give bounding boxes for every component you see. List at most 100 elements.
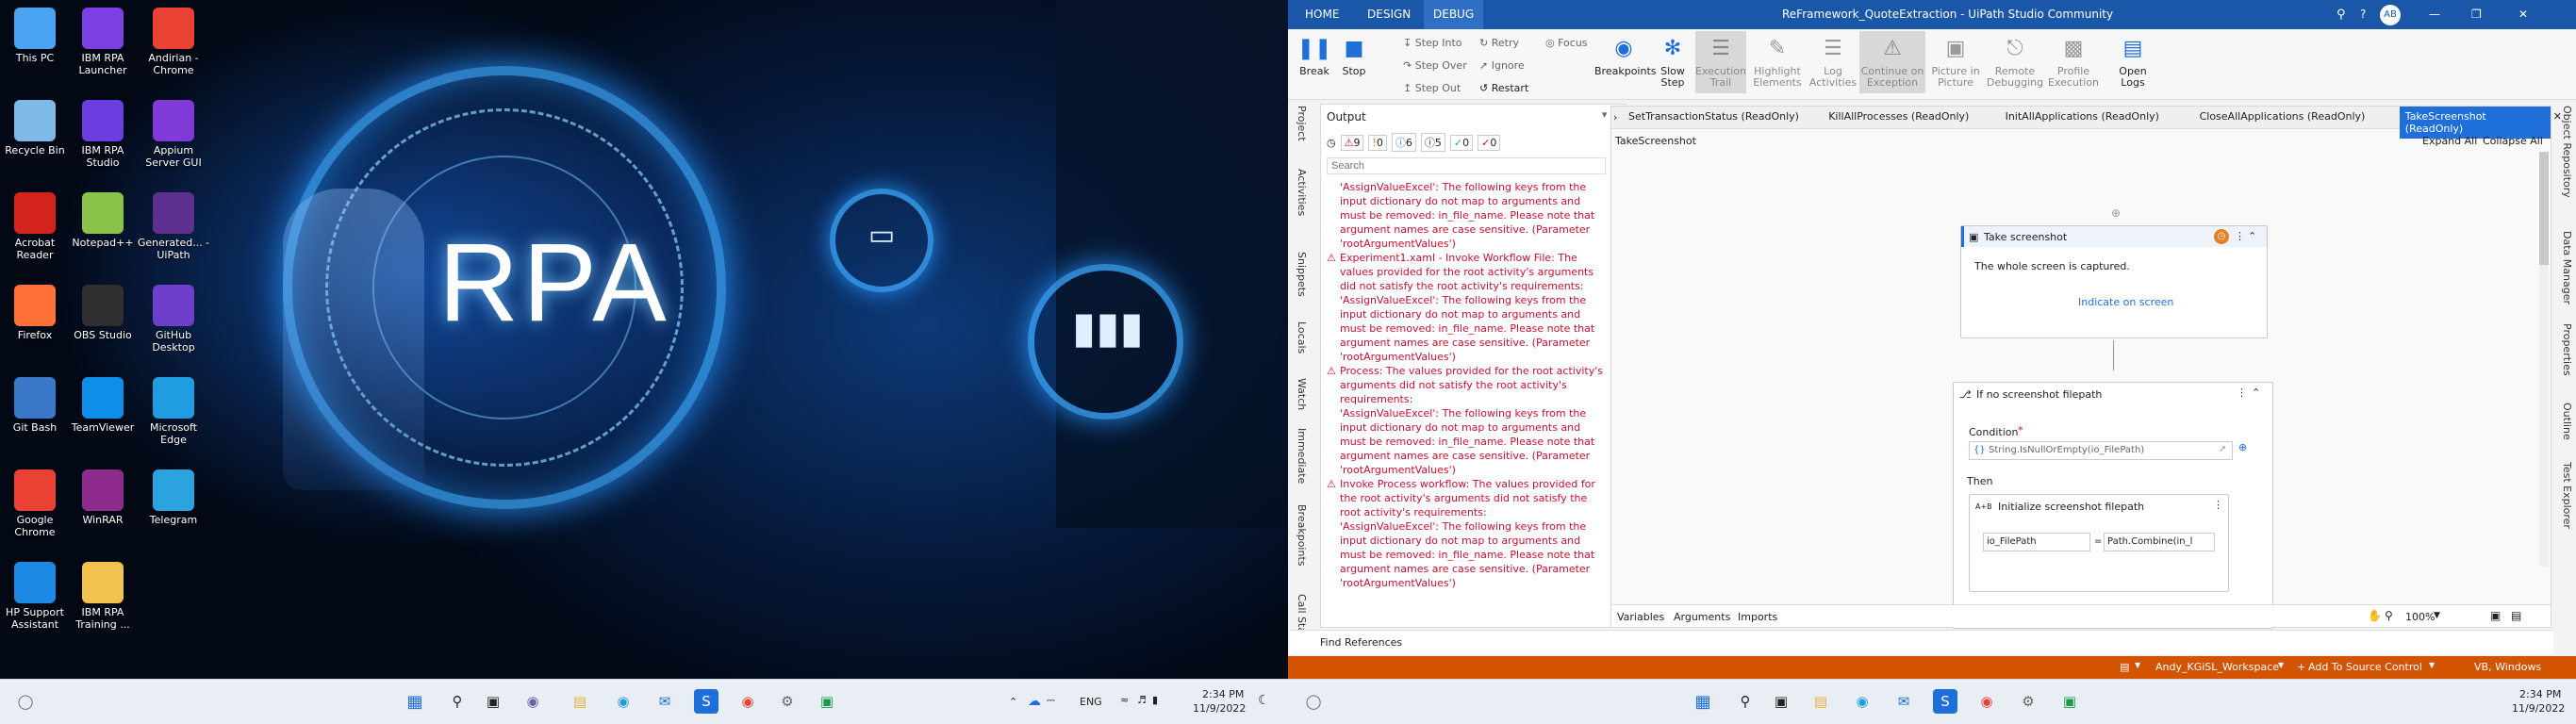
doc-tab[interactable]: CloseAllApplications (ReadOnly) xyxy=(2200,110,2366,123)
side-tab-breakpoints[interactable]: Breakpoints xyxy=(1296,504,1308,567)
wifi-icon[interactable]: ≈ xyxy=(1120,694,1129,706)
desktop-icon[interactable]: Andirian - Chrome xyxy=(137,8,210,76)
restart-button[interactable]: ↺ Restart xyxy=(1479,82,1528,94)
chrome-icon[interactable]: ◉ xyxy=(1974,689,1999,714)
clock-icon[interactable]: ◷ xyxy=(1327,137,1336,149)
output-search-input[interactable] xyxy=(1327,157,1606,174)
desktop-icon[interactable]: Microsoft Edge xyxy=(137,377,210,446)
uipath-icon[interactable]: S xyxy=(1933,689,1957,714)
desktop-icon[interactable]: Notepad++ xyxy=(66,192,140,249)
desktop-icon[interactable]: HP Support Assistant xyxy=(0,562,72,631)
search-icon[interactable]: ◯ xyxy=(1301,689,1326,714)
info-filter-button[interactable]: ⓘ6 xyxy=(1391,133,1416,152)
fatal-filter-button[interactable]: ✓0 xyxy=(1478,134,1501,151)
assign-activity[interactable]: A+B Initialize screenshot filepath ⋮ io_… xyxy=(1969,494,2229,592)
indicate-on-screen-link[interactable]: Indicate on screen xyxy=(2078,296,2173,308)
continue-on-exception-button[interactable]: ⚠ Continue on Exception xyxy=(1859,31,1925,93)
desktop-icon[interactable]: GitHub Desktop xyxy=(137,285,210,354)
output-line[interactable]: ⚠ Experiment1.xaml - Invoke Workflow File… xyxy=(1327,251,1606,293)
side-tab-immediate[interactable]: Immediate xyxy=(1296,428,1308,484)
desktop-icon[interactable]: This PC xyxy=(0,8,72,64)
fit-screen-icon[interactable]: ▣ xyxy=(2490,609,2501,622)
desktop-icon[interactable]: Telegram xyxy=(137,469,210,526)
breadcrumb[interactable]: TakeScreenshot xyxy=(1615,135,1696,147)
search-icon[interactable]: ⚲ xyxy=(2337,8,2346,22)
output-line[interactable]: ⚠ Process: The values provided for the ro… xyxy=(1327,364,1606,406)
search-icon[interactable]: ⚲ xyxy=(1733,689,1758,714)
uipath-icon[interactable]: S xyxy=(694,689,718,714)
output-line[interactable]: 'AssignValueExcel': The following keys f… xyxy=(1327,406,1606,477)
designer-scrollbar-thumb[interactable] xyxy=(2539,152,2549,265)
assign-value-field[interactable]: Path.Combine(in_l xyxy=(2104,533,2215,551)
remote-debugging-button[interactable]: ⎋ Remote Debugging xyxy=(1986,35,2044,89)
side-tab-snippets[interactable]: Snippets xyxy=(1296,252,1308,297)
arguments-tab[interactable]: Arguments xyxy=(1674,611,1730,623)
if-activity[interactable]: ⎇ If no screenshot filepath ⋮ ⌃ Conditio… xyxy=(1953,382,2273,629)
collapse-icon[interactable]: ⌃ xyxy=(2248,230,2256,242)
terminal-icon[interactable]: ▣ xyxy=(815,689,839,714)
side-tab-project[interactable]: Project xyxy=(1296,106,1308,141)
collapse-all-link[interactable]: Collapse All xyxy=(2483,135,2543,147)
desktop-icon[interactable]: IBM RPA Launcher xyxy=(66,8,140,76)
side-tab-data-manager[interactable]: Data Manager xyxy=(2561,231,2573,304)
workspace-selector[interactable]: Andy_KGiSL_Workspace xyxy=(2155,661,2279,673)
doc-tab[interactable]: InitAllApplications (ReadOnly) xyxy=(2006,110,2159,123)
assign-to-field[interactable]: io_FilePath xyxy=(1983,533,2090,551)
breakpoints-button[interactable]: ◉ Breakpoints xyxy=(1594,35,1657,77)
step-out-button[interactable]: ↥ Step Out xyxy=(1403,82,1461,94)
file-explorer-icon[interactable]: ▤ xyxy=(568,689,592,714)
file-explorer-icon[interactable]: ▤ xyxy=(1808,689,1833,714)
clock-time[interactable]: 2:34 PM xyxy=(2519,688,2561,700)
add-icon[interactable]: ⊕ xyxy=(2238,441,2247,453)
doc-tab[interactable]: TakeScreenshot (ReadOnly) xyxy=(2399,107,2551,139)
more-icon[interactable]: ⋮ xyxy=(2235,230,2245,242)
avatar[interactable]: AB xyxy=(2380,5,2401,25)
search-icon[interactable]: ⚲ xyxy=(445,689,470,714)
overview-icon[interactable]: ▤ xyxy=(2511,609,2521,622)
designer-scrollbar[interactable] xyxy=(2539,152,2549,567)
stop-button[interactable]: ■ Stop xyxy=(1335,35,1373,77)
usb-icon[interactable]: ⎓ xyxy=(1047,694,1055,707)
desktop-icon[interactable]: WinRAR xyxy=(66,469,140,526)
ignore-button[interactable]: ➚ Ignore xyxy=(1479,59,1525,72)
tab-design[interactable]: DESIGN xyxy=(1367,8,1411,21)
start-icon[interactable]: ▦ xyxy=(1691,689,1715,714)
desktop-icon[interactable]: IBM RPA Training ... xyxy=(66,562,140,631)
focus-button[interactable]: ◎ Focus xyxy=(1545,37,1588,49)
start-icon[interactable]: ▦ xyxy=(403,689,427,714)
clock-date[interactable]: 11/9/2022 xyxy=(2512,702,2565,715)
tab-home[interactable]: HOME xyxy=(1305,8,1339,21)
output-line[interactable]: 'AssignValueExcel': The following keys f… xyxy=(1327,180,1606,251)
mail-icon[interactable]: ✉ xyxy=(652,689,677,714)
settings-icon[interactable]: ⚙ xyxy=(2016,689,2040,714)
mail-icon[interactable]: ✉ xyxy=(1891,689,1916,714)
more-icon[interactable]: ⋮ xyxy=(2237,387,2247,399)
side-tab-test-explorer[interactable]: Test Explorer xyxy=(2561,462,2573,529)
warning-filter-button[interactable]: !0 xyxy=(1368,134,1387,151)
output-line[interactable]: 'AssignValueExcel': The following keys f… xyxy=(1327,519,1606,590)
battery-icon[interactable]: ▮ xyxy=(1152,694,1158,706)
edge-icon[interactable]: ◉ xyxy=(611,689,636,714)
desktop-icon[interactable]: OBS Studio xyxy=(66,285,140,341)
add-activity-icon[interactable]: ⊕ xyxy=(2111,206,2121,220)
variables-tab[interactable]: Variables xyxy=(1617,611,1664,623)
zoom-level[interactable]: 100% xyxy=(2405,611,2435,623)
add-to-source-control-button[interactable]: Add To Source Control xyxy=(2308,661,2422,673)
desktop-icon[interactable]: Recycle Bin xyxy=(0,100,72,156)
teams-icon[interactable]: ◉ xyxy=(520,689,545,714)
side-tab-locals[interactable]: Locals xyxy=(1296,321,1308,354)
task-view-icon[interactable]: ▣ xyxy=(481,689,505,714)
step-into-button[interactable]: ↧ Step Into xyxy=(1403,37,1462,49)
picture-in-picture-button[interactable]: ▣ Picture in Picture xyxy=(1929,35,1982,89)
zoom-icon[interactable]: ⚲ xyxy=(2385,609,2393,622)
task-view-icon[interactable]: ▣ xyxy=(1769,689,1793,714)
trace-filter-button[interactable]: ⓘ5 xyxy=(1420,133,1445,152)
edge-icon[interactable]: ◉ xyxy=(1850,689,1874,714)
close-icon[interactable]: ✕ xyxy=(2518,8,2528,21)
error-filter-button[interactable]: ⚠9 xyxy=(1340,134,1364,151)
side-tab-watch[interactable]: Watch xyxy=(1296,378,1308,410)
highlight-elements-button[interactable]: ✎ Highlight Elements xyxy=(1750,35,1805,89)
onedrive-icon[interactable]: ☁ xyxy=(1028,694,1041,709)
settings-icon[interactable]: ⚙ xyxy=(775,689,800,714)
retry-button[interactable]: ↻ Retry xyxy=(1479,37,1519,49)
